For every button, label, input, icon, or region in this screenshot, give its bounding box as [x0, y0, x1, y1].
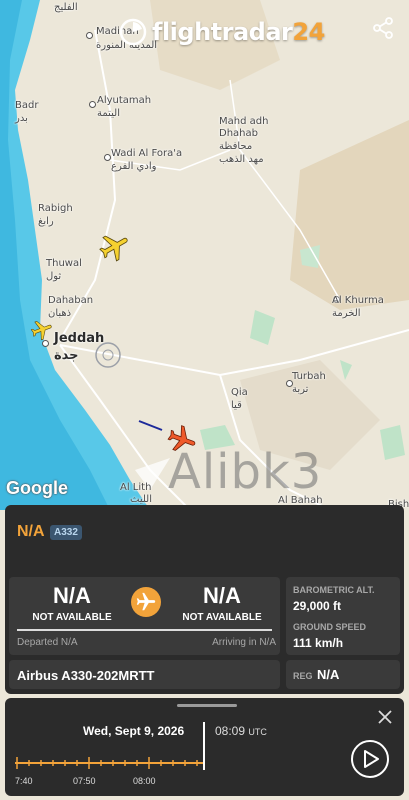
play-icon: [364, 750, 379, 768]
playback-time: 08:09 UTC: [215, 724, 267, 738]
google-logo: Google: [6, 478, 68, 498]
plane-icon-yellow[interactable]: [98, 230, 132, 264]
map-label-badr-ar: بدر: [15, 113, 28, 124]
aircraft-type-badge: A332: [50, 525, 82, 540]
map-label-allith: Al Lith: [120, 482, 152, 493]
map-label-wadi: Wadi Al Fora'a: [111, 148, 183, 159]
route-card[interactable]: N/A NOT AVAILABLE N/A NOT AVAILABLE Depa…: [9, 577, 280, 655]
route-progress-bar: [17, 629, 272, 631]
origin-name: NOT AVAILABLE: [32, 612, 112, 623]
share-icon[interactable]: [371, 16, 395, 40]
drag-handle[interactable]: [177, 704, 237, 707]
map-label-top-ar: الفليج: [54, 2, 78, 13]
map-label-thuwal: Thuwal: [46, 258, 82, 269]
city-dot-medina: [86, 32, 93, 39]
map-label-wadi-ar: وادي الفرع: [111, 161, 157, 172]
timeline-slider[interactable]: [15, 756, 205, 770]
app-logo: flightradar24: [118, 14, 325, 50]
timeline-tick-label: 07:50: [73, 776, 96, 786]
map-label-qia: Qia: [231, 387, 248, 398]
map-label-turbah: Turbah: [292, 371, 326, 382]
reg-label: REG: [293, 671, 313, 681]
map-label-jeddah-ar: جدة: [54, 348, 79, 363]
plane-icon-yellow-small[interactable]: [30, 318, 54, 342]
map-label-alkhurma: Al Khurma: [332, 295, 384, 306]
destination-name: NOT AVAILABLE: [182, 612, 262, 623]
map-label-turbah-ar: تربة: [292, 384, 309, 395]
map-label-qia-ar: قيا: [231, 400, 242, 411]
origin-code: N/A: [53, 583, 91, 608]
map-label-thuwal-ar: ثول: [46, 271, 62, 282]
playback-timezone: UTC: [248, 727, 267, 737]
map-label-mahad2: Dhahab: [219, 128, 258, 139]
brand-number: 24: [292, 18, 325, 46]
map-label-alyutamah: Alyutamah: [97, 95, 152, 106]
map-label-rabigh: Rabigh: [38, 203, 73, 214]
departed-label: Departed N/A: [17, 637, 78, 648]
ground-speed-label: GROUND SPEED: [293, 622, 367, 632]
brand-name: flightradar: [152, 18, 293, 46]
route-plane-badge: [131, 587, 161, 617]
map-label-alkhurma-ar: الخرمة: [332, 308, 361, 319]
map-label-mahad-ar2: مهد الذهب: [219, 154, 264, 165]
city-dot-alyutamah: [89, 101, 96, 108]
timeline-tick-label: 08:00: [133, 776, 156, 786]
playback-panel[interactable]: Wed, Sept 9, 2026 08:09 UTC 7:40 07:50 0…: [5, 698, 404, 796]
ground-speed-value: 111 km/h: [293, 636, 344, 650]
flight-stats-card[interactable]: BAROMETRIC ALT. 29,000 ft GROUND SPEED 1…: [286, 577, 400, 655]
timeline-tick-label: 7:40: [15, 776, 33, 786]
aircraft-card[interactable]: Airbus A330-202MRTT: [9, 660, 280, 689]
flight-info-panel[interactable]: N/A A332 N/A NOT AVAILABLE N/A NOT AVAIL…: [5, 505, 404, 694]
map-label-alyutamah-ar: اليتمة: [97, 108, 121, 119]
destination-code: N/A: [203, 583, 241, 608]
playback-date: Wed, Sept 9, 2026: [83, 724, 185, 738]
map-label-rabigh-ar: رابغ: [38, 216, 54, 227]
playback-time-value: 08:09: [215, 724, 246, 738]
watermark: Alibk3: [168, 444, 323, 500]
plane-icon: [136, 592, 156, 611]
map-label-dahaban: Dahaban: [48, 295, 94, 306]
arriving-label: Arriving in N/A: [212, 637, 276, 648]
timeline-cursor[interactable]: [203, 722, 205, 770]
baro-alt-label: BAROMETRIC ALT.: [293, 585, 375, 595]
radar-icon: [119, 18, 147, 46]
flight-callsign: N/A: [17, 523, 45, 540]
play-button[interactable]: [351, 740, 389, 778]
city-dot-wadi: [104, 154, 111, 161]
map-label-jeddah: Jeddah: [54, 331, 105, 346]
map-label-mahad: Mahd adh: [219, 116, 269, 127]
baro-alt-value: 29,000 ft: [293, 599, 342, 613]
reg-value: N/A: [317, 667, 340, 682]
aircraft-name: Airbus A330-202MRTT: [17, 668, 155, 683]
registration-card[interactable]: REG N/A: [286, 660, 400, 689]
map-label-mahad-ar: محافظة: [219, 141, 253, 152]
close-icon[interactable]: [376, 708, 394, 726]
map-label-badr: Badr: [15, 100, 39, 111]
